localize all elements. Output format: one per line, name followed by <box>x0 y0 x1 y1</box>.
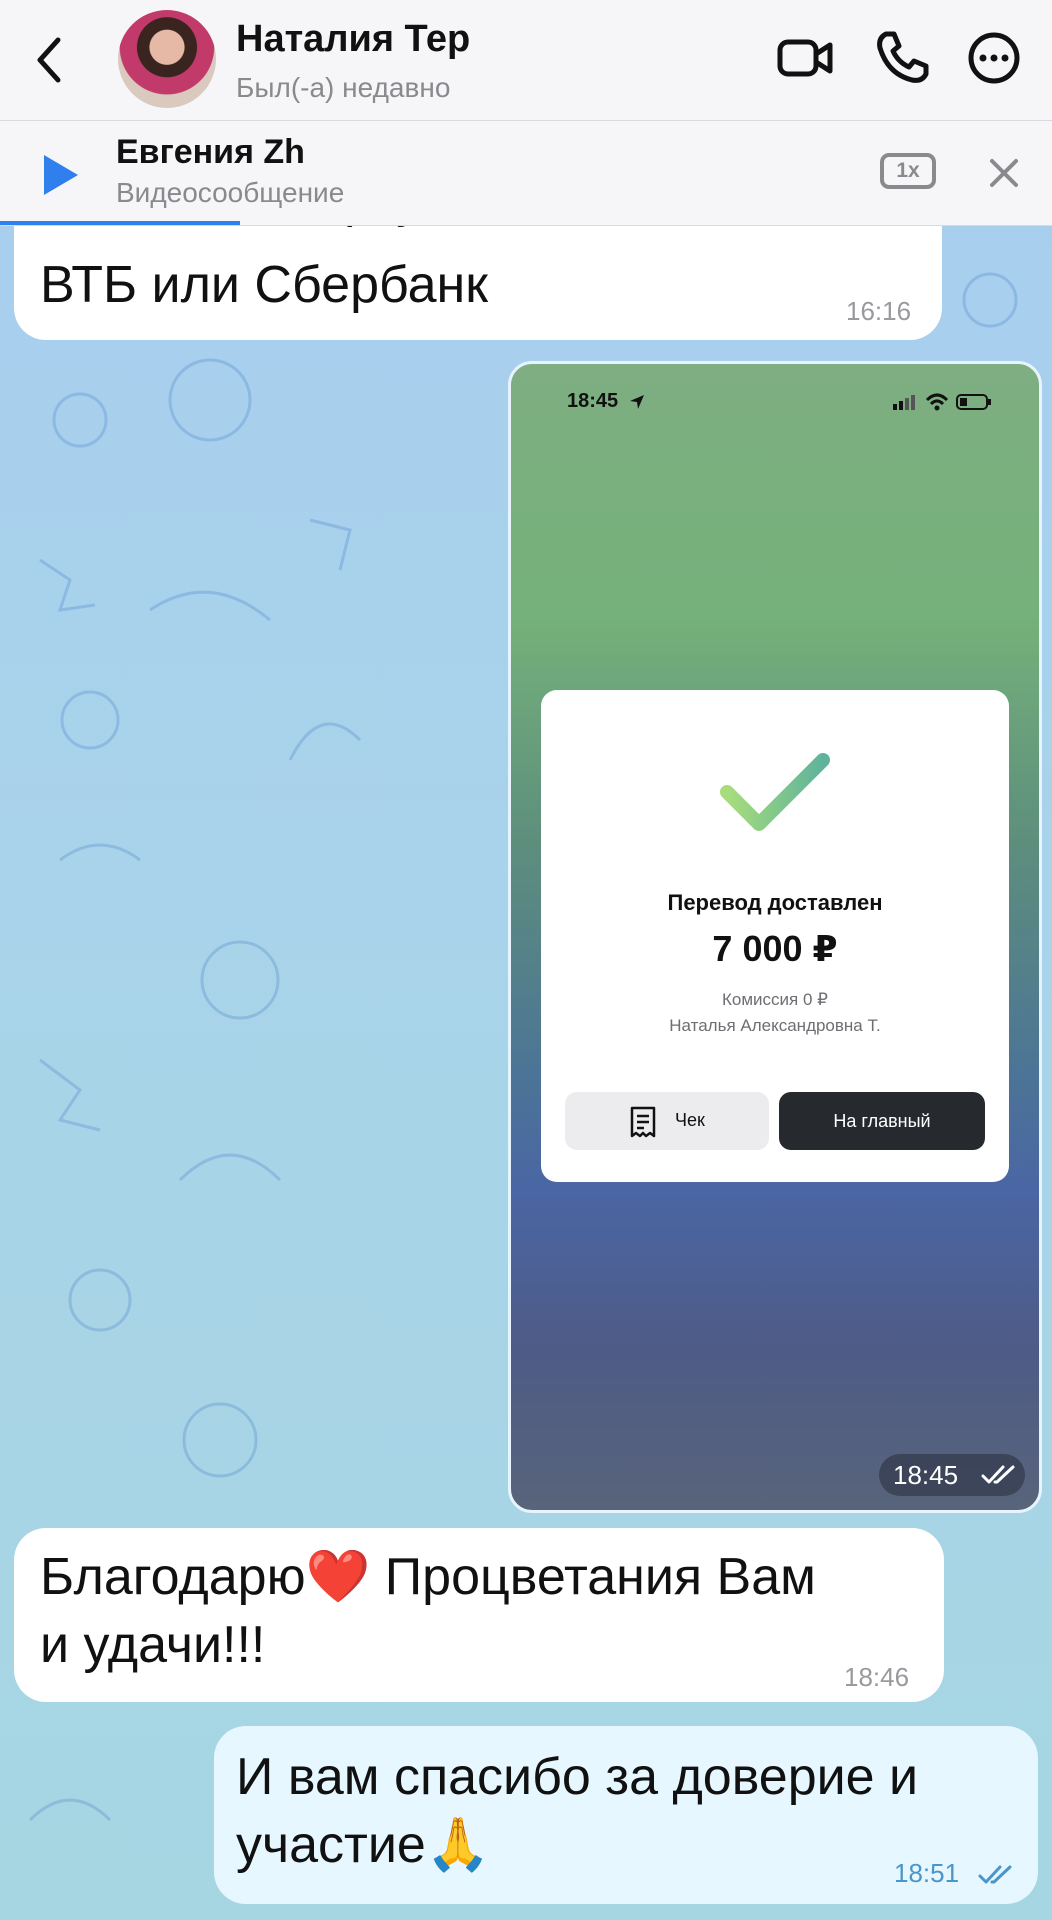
contact-name[interactable]: Наталия Тер <box>236 18 470 61</box>
message-text-line: И вам спасибо за доверие и <box>236 1748 919 1806</box>
contact-avatar[interactable] <box>118 10 216 108</box>
message-time: 18:51 <box>894 1858 960 1888</box>
status-bar-icons <box>893 393 991 411</box>
double-check-icon <box>981 1465 1015 1484</box>
video-call-icon[interactable] <box>776 28 836 88</box>
message-time: 16:16 <box>846 296 912 326</box>
message-time: 18:45 <box>893 1460 959 1490</box>
chat-header: Наталия Тер Был(-а) недавно <box>0 0 1052 121</box>
transfer-card: Перевод доставлен 7 000 ₽ Комиссия 0 ₽ Н… <box>541 690 1009 1182</box>
close-icon[interactable] <box>984 151 1024 195</box>
transfer-title: Перевод доставлен <box>667 890 883 915</box>
message-time-overlay: 18:45 <box>879 1454 1025 1496</box>
transfer-amount: 7 000 ₽ <box>712 928 838 969</box>
message-text-line: ВТБ или Сбербанк <box>40 256 488 314</box>
message-text-line: и удачи!!! <box>40 1616 266 1674</box>
main-button: На главный <box>779 1092 985 1150</box>
location-arrow-icon <box>630 395 644 409</box>
message-text-line: Можно на карту 5536424858 <box>40 170 726 228</box>
double-check-icon <box>978 1865 1012 1884</box>
transfer-recipient: Наталья Александровна Т. <box>669 1016 881 1035</box>
transfer-fee: Комиссия 0 ₽ <box>722 990 828 1009</box>
receipt-icon <box>630 1106 656 1138</box>
message-text-line: участие🙏 <box>236 1816 491 1874</box>
screenshot-status-time: 18:45 <box>567 390 619 412</box>
image-message[interactable]: 18:45 Перевод доставлен 7 000 ₽ Комиссия… <box>508 361 1042 1513</box>
back-chevron-icon[interactable] <box>30 30 70 90</box>
receipt-button: Чек <box>565 1092 769 1150</box>
message-time: 18:46 <box>844 1662 910 1692</box>
message-bubble-outgoing[interactable]: И вам спасибо за доверие и участие🙏 18:5… <box>214 1726 1038 1904</box>
phone-icon[interactable] <box>872 28 932 88</box>
message-bubble-incoming[interactable]: Благодарю❤️ Процветания Вам и удачи!!! 1… <box>14 1528 944 1702</box>
contact-status: Был(-а) недавно <box>236 72 451 103</box>
receipt-button-label: Чек <box>675 1110 705 1130</box>
message-bubble-incoming[interactable]: Можно на карту 5536424858 ВТБ или Сберба… <box>14 168 942 340</box>
message-text-line: Благодарю❤️ Процветания Вам <box>40 1548 816 1606</box>
more-icon[interactable] <box>964 28 1024 88</box>
checkmark-icon <box>720 753 830 831</box>
